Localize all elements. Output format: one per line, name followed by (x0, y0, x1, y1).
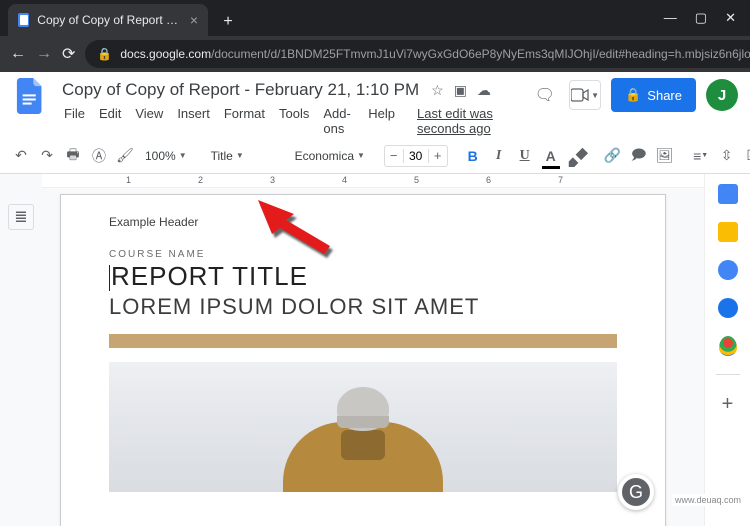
calendar-icon[interactable] (718, 184, 738, 204)
print-button[interactable]: 🖶 (62, 144, 84, 168)
grammarly-button[interactable]: G (618, 474, 654, 510)
comment-history-icon[interactable]: 🗨 (531, 81, 559, 109)
menu-addons[interactable]: Add-ons (317, 104, 360, 138)
user-avatar[interactable]: J (706, 79, 738, 111)
course-name-text[interactable]: COURSE NAME (109, 249, 617, 260)
page-header-text[interactable]: Example Header (109, 215, 617, 229)
document-title[interactable]: Copy of Copy of Report - February 21, 1:… (58, 78, 423, 102)
underline-button[interactable]: U (514, 144, 536, 168)
subtitle-text[interactable]: LOREM IPSUM DOLOR SIT AMET (109, 294, 617, 320)
add-comment-button[interactable]: 🗩 (628, 144, 650, 168)
font-size-control: − 30 + (384, 145, 448, 167)
font-size-increase[interactable]: + (429, 148, 447, 163)
menu-file[interactable]: File (58, 104, 91, 138)
checklist-button[interactable]: ☑ (742, 144, 750, 168)
new-tab-button[interactable]: + (214, 8, 242, 36)
browser-toolbar: ← → ⟳ 🔒 docs.google.com/document/d/1BNDM… (0, 36, 750, 72)
maps-icon[interactable] (719, 336, 737, 356)
italic-button[interactable]: I (488, 144, 510, 168)
docs-logo[interactable] (12, 78, 48, 114)
watermark: www.deuaq.com (672, 494, 744, 506)
contacts-icon[interactable] (718, 298, 738, 318)
insert-link-button[interactable]: 🔗 (602, 144, 624, 168)
menu-help[interactable]: Help (362, 104, 401, 138)
workspace: ≣ 1 2 3 4 5 6 7 Example Header COURSE NAME REP… (0, 174, 750, 526)
meet-button[interactable]: ▼ (569, 80, 601, 110)
menu-insert[interactable]: Insert (171, 104, 216, 138)
menu-tools[interactable]: Tools (273, 104, 315, 138)
menu-edit[interactable]: Edit (93, 104, 127, 138)
forward-button[interactable]: → (36, 45, 52, 63)
lock-icon: 🔒 (97, 47, 112, 61)
bold-button[interactable]: B (462, 144, 484, 168)
tasks-icon[interactable] (718, 260, 738, 280)
document-area: 1 2 3 4 5 6 7 Example Header COURSE NAME REPOR… (42, 174, 704, 526)
page[interactable]: Example Header COURSE NAME REPORT TITLE … (60, 194, 666, 526)
docs-toolbar: ↶ ↷ 🖶 Ⓐ 🖌 100%▼ Title▼ Economica▼ − 30 +… (0, 138, 750, 174)
browser-tab[interactable]: Copy of Copy of Report - Febru… × (8, 4, 208, 36)
ruler-number: 1 (126, 175, 131, 185)
align-button[interactable]: ≡▼ (690, 144, 712, 168)
close-icon[interactable]: × (190, 13, 198, 27)
share-button[interactable]: 🔒Share (611, 78, 696, 112)
window-controls: — ▢ ✕ (644, 10, 750, 36)
report-title-text[interactable]: REPORT TITLE (109, 262, 617, 292)
divider-bar[interactable] (109, 334, 617, 348)
docs-header: Copy of Copy of Report - February 21, 1:… (0, 72, 750, 138)
ruler-number: 7 (558, 175, 563, 185)
paint-format-button[interactable]: 🖌 (114, 144, 136, 168)
line-spacing-button[interactable]: ⇳ (716, 144, 738, 168)
ruler-number: 3 (270, 175, 275, 185)
maximize-button[interactable]: ▢ (695, 10, 707, 26)
text-color-button[interactable]: A (540, 144, 562, 168)
cloud-saved-icon[interactable]: ☁ (477, 82, 491, 99)
highlight-button[interactable] (566, 144, 588, 168)
address-bar[interactable]: 🔒 docs.google.com/document/d/1BNDM25FTmv… (85, 40, 750, 68)
last-edit-link[interactable]: Last edit was seconds ago (411, 104, 521, 138)
redo-button[interactable]: ↷ (36, 144, 58, 168)
keep-icon[interactable] (718, 222, 738, 242)
side-panel: + (704, 174, 750, 526)
move-icon[interactable]: ▣ (454, 82, 467, 99)
docs-favicon (18, 13, 29, 27)
star-icon[interactable]: ☆ (431, 82, 444, 99)
styles-dropdown[interactable]: Title▼ (206, 144, 276, 168)
ruler-number: 2 (198, 175, 203, 185)
lock-icon: 🔒 (625, 87, 641, 103)
tab-strip: Copy of Copy of Report - Febru… × + (0, 0, 644, 36)
reload-button[interactable]: ⟳ (62, 44, 75, 64)
undo-button[interactable]: ↶ (10, 144, 32, 168)
close-window-button[interactable]: ✕ (725, 10, 736, 26)
menu-view[interactable]: View (129, 104, 169, 138)
menu-format[interactable]: Format (218, 104, 271, 138)
menu-bar: File Edit View Insert Format Tools Add-o… (58, 104, 521, 138)
font-dropdown[interactable]: Economica▼ (290, 144, 370, 168)
ruler-number: 4 (342, 175, 347, 185)
browser-titlebar: Copy of Copy of Report - Febru… × + — ▢ … (0, 0, 750, 36)
zoom-dropdown[interactable]: 100%▼ (140, 144, 192, 168)
font-size-value[interactable]: 30 (403, 149, 429, 163)
hero-image[interactable] (109, 362, 617, 492)
url-text: docs.google.com/document/d/1BNDM25FTmvmJ… (120, 47, 750, 61)
ruler-number: 6 (486, 175, 491, 185)
document-outline-button[interactable]: ≣ (8, 204, 34, 230)
minimize-button[interactable]: — (664, 10, 677, 26)
back-button[interactable]: ← (10, 45, 26, 63)
ruler-number: 5 (414, 175, 419, 185)
insert-image-button[interactable]: 🖼 (654, 144, 676, 168)
font-size-decrease[interactable]: − (385, 148, 403, 163)
left-sidebar: ≣ (0, 174, 42, 526)
ruler[interactable]: 1 2 3 4 5 6 7 (42, 174, 704, 188)
get-addons-button[interactable]: + (722, 393, 734, 416)
tab-title: Copy of Copy of Report - Febru… (37, 13, 182, 27)
spellcheck-button[interactable]: Ⓐ (88, 144, 110, 168)
